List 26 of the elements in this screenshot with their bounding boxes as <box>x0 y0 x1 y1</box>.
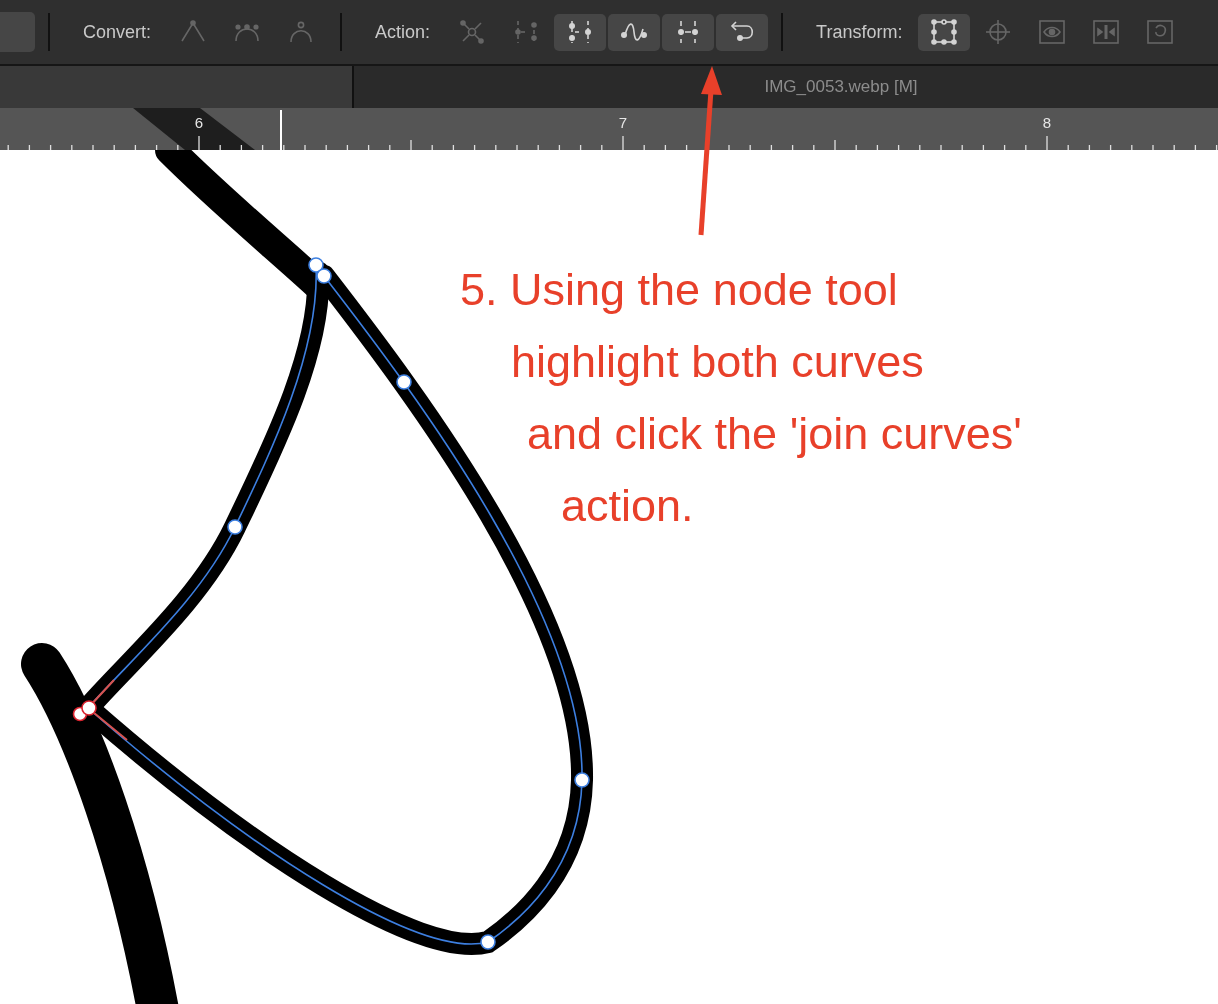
annotation-text: 5. Using the node tool <box>460 263 899 317</box>
annotation-text: and click the 'join curves' <box>526 407 1022 461</box>
tool-button[interactable] <box>662 13 715 51</box>
ruler-label: 8 <box>1042 114 1052 131</box>
curve-node[interactable] <box>316 268 332 284</box>
curve-node[interactable] <box>308 257 324 273</box>
curve-node[interactable] <box>480 934 496 950</box>
curve-node[interactable] <box>396 374 412 390</box>
bounding-box-icon <box>929 17 960 47</box>
curve-node[interactable] <box>574 772 590 788</box>
toolbar-label: Action: <box>375 21 431 43</box>
ruler-label: 7 <box>618 114 628 131</box>
toolbar-label: Transform: <box>816 21 903 43</box>
toolbar-label: Convert: <box>83 21 152 43</box>
annotation-text: highlight both curves <box>510 335 925 389</box>
rotate-icon <box>1145 17 1176 47</box>
tool-button[interactable] <box>918 13 971 51</box>
tool-button[interactable] <box>716 13 769 51</box>
tool-button[interactable] <box>608 13 661 51</box>
curve-node[interactable] <box>227 519 243 535</box>
eye-box-icon <box>1037 17 1068 47</box>
ruler-label: 6 <box>194 114 204 131</box>
curve-node[interactable] <box>81 700 97 716</box>
flip-icon <box>1091 17 1122 47</box>
tool-button[interactable] <box>554 13 607 51</box>
annotation-text: action. <box>560 479 695 533</box>
